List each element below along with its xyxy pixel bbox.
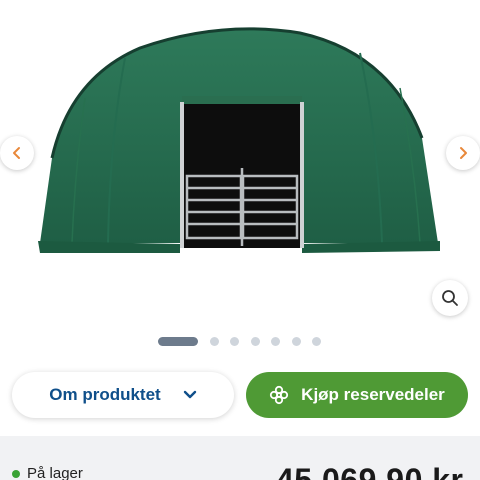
buy-spare-parts-label: Kjøp reservedeler [301,385,445,404]
stock-status: På lager [12,465,83,480]
carousel-dot[interactable] [271,336,280,346]
zoom-button[interactable] [432,280,468,316]
product-price: 45 069,90 kr [276,462,464,480]
product-gallery [0,0,480,330]
carousel-dot[interactable] [250,336,260,346]
magnifier-icon [442,290,458,306]
flower-gear-icon [269,385,289,405]
chevron-left-icon [13,147,20,159]
carousel-indicator [158,336,333,346]
green-arch-tent-image[interactable] [30,18,450,263]
chevron-down-icon [183,390,197,400]
chevron-right-icon [460,147,467,159]
stock-label: På lager [27,465,83,480]
about-product-button[interactable]: Om produktet [12,372,234,418]
next-image-button[interactable] [446,136,480,170]
carousel-dot[interactable] [230,336,239,346]
carousel-dot[interactable] [209,336,219,346]
carousel-dot-active[interactable] [158,336,198,346]
carousel-dot[interactable] [312,336,321,346]
previous-image-button[interactable] [0,136,34,170]
carousel-dot[interactable] [291,336,301,346]
about-product-label: Om produktet [49,385,161,404]
in-stock-dot-icon [12,469,20,478]
buy-spare-parts-button[interactable]: Kjøp reservedeler [246,372,468,418]
